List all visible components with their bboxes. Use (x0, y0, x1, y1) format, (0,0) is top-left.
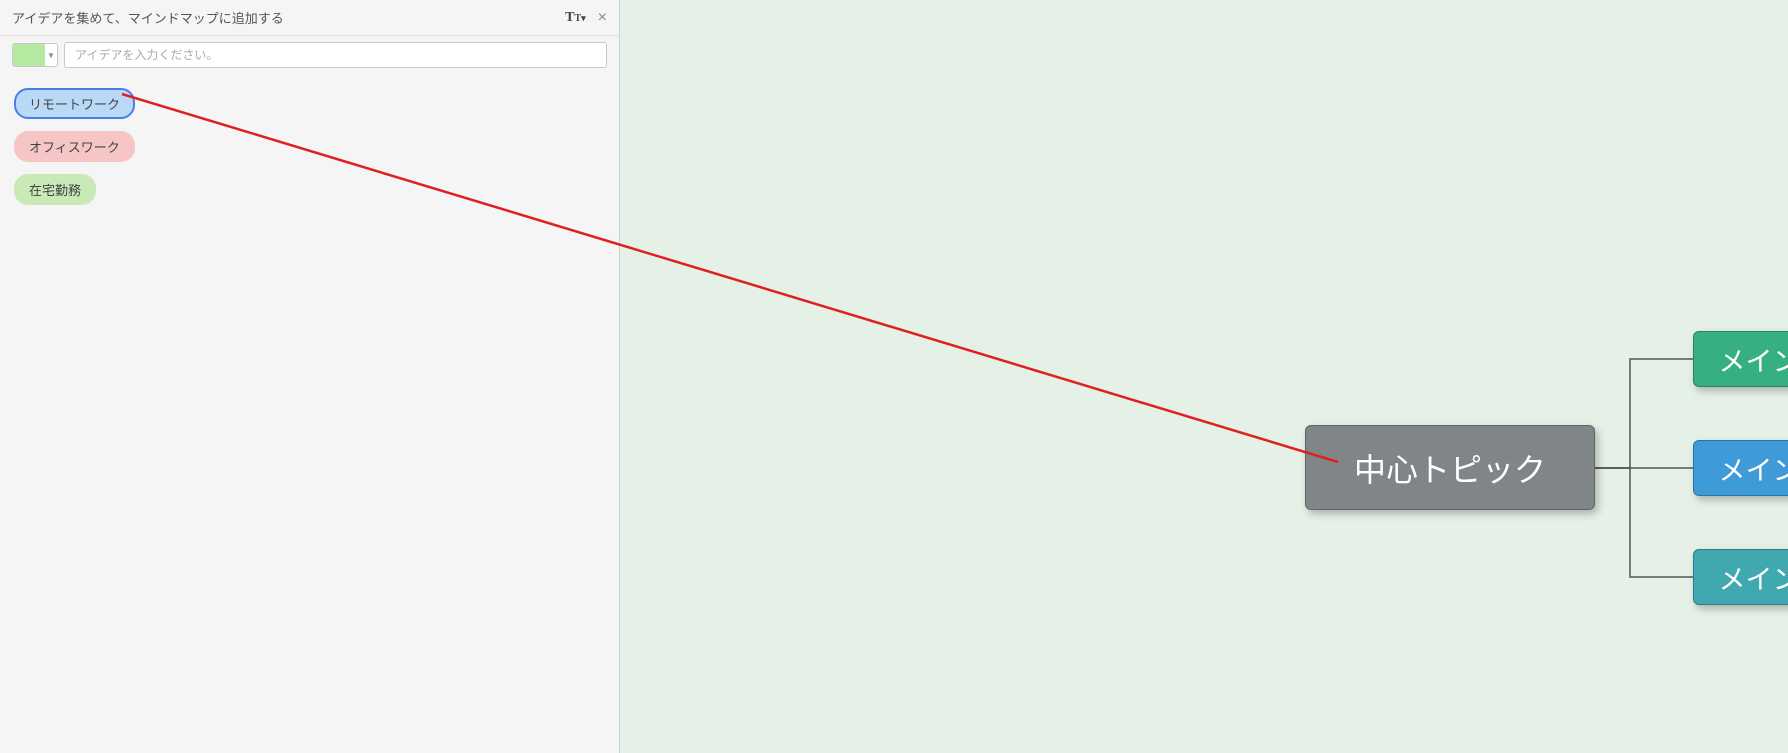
node-label: メイントピック (1719, 449, 1788, 488)
sidebar-header: アイデアを集めて、マインドマップに追加する TT▾ × (0, 0, 619, 36)
mindmap-canvas[interactable]: 中心トピック メイントピック メイントピック メイントピック ドラッグして追加 (620, 0, 1788, 753)
idea-tag[interactable]: リモートワーク (14, 88, 135, 119)
text-style-icon[interactable]: TT▾ (565, 10, 586, 26)
node-connectors (620, 0, 1788, 753)
idea-sidebar: アイデアを集めて、マインドマップに追加する TT▾ × ▼ リモートワークオフィ… (0, 0, 620, 753)
close-icon[interactable]: × (598, 10, 607, 26)
swatch-fill (13, 44, 45, 66)
idea-input[interactable] (64, 42, 607, 68)
main-topic-node-3[interactable]: メイントピック (1693, 549, 1788, 605)
idea-input-row: ▼ (0, 36, 619, 74)
node-label: メイントピック (1719, 558, 1788, 597)
idea-tag[interactable]: 在宅勤務 (14, 174, 96, 205)
idea-tag[interactable]: オフィスワーク (14, 131, 135, 162)
central-topic-node[interactable]: 中心トピック (1305, 425, 1595, 510)
main-topic-node-2[interactable]: メイントピック (1693, 440, 1788, 496)
sidebar-title: アイデアを集めて、マインドマップに追加する (12, 8, 565, 27)
node-label: メイントピック (1719, 340, 1788, 379)
node-label: 中心トピック (1354, 445, 1546, 491)
idea-tag-list: リモートワークオフィスワーク在宅勤務 (0, 74, 619, 219)
color-swatch-picker[interactable]: ▼ (12, 43, 58, 67)
sidebar-header-buttons: TT▾ × (565, 10, 607, 26)
chevron-down-icon: ▼ (45, 51, 57, 60)
main-topic-node-1[interactable]: メイントピック (1693, 331, 1788, 387)
